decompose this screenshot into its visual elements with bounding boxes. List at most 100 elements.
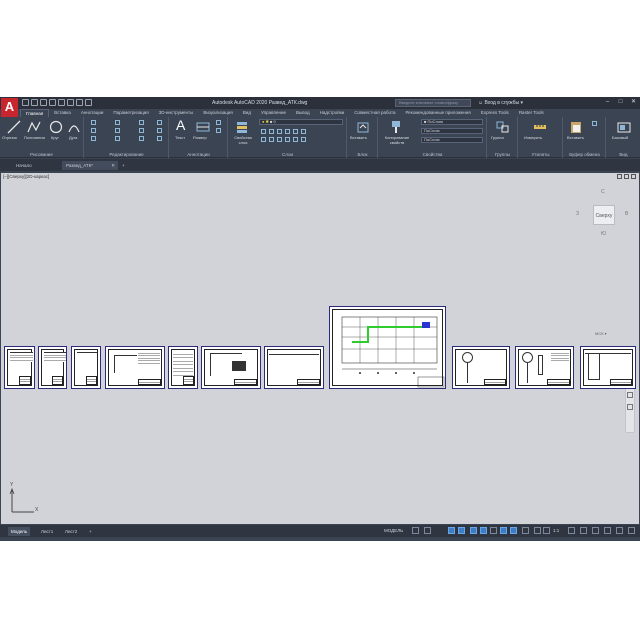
panel-annotation-title[interactable]: Аннотации [170,152,227,157]
tab-start[interactable]: Начало [12,161,36,170]
dimension-button[interactable]: Размер [193,135,207,140]
tab-annotate[interactable]: Аннотации [76,109,109,117]
print-icon[interactable] [67,99,74,106]
line-button[interactable]: Отрезок [2,135,17,140]
drawing-sheet[interactable] [168,346,198,389]
tab-view[interactable]: Вид [238,109,256,117]
redo-icon[interactable] [85,99,92,106]
customization-menu-icon[interactable] [628,527,635,534]
osnap-icon[interactable] [470,527,477,534]
copy-icon[interactable] [91,128,96,133]
paste-button[interactable]: Вставить [567,135,584,140]
text-icon[interactable]: A [176,117,185,133]
drawing-sheet-main[interactable] [329,306,446,389]
panel-block-title[interactable]: Блок [348,152,377,157]
tab-home[interactable]: Главная [20,109,50,117]
viewport-close-icon[interactable] [631,174,636,179]
drawing-sheet[interactable] [264,346,324,389]
annotation-visibility-icon[interactable] [543,527,550,534]
tab-addins[interactable]: Надстройки [315,109,350,117]
drawing-sheet[interactable] [4,346,35,389]
tab-collaborate[interactable]: Совместная работа [349,109,400,117]
trim-icon[interactable] [139,120,144,125]
insert-block-icon[interactable] [356,120,370,134]
erase-icon[interactable] [157,120,162,125]
measure-icon[interactable] [533,120,547,134]
orbit-icon[interactable] [627,392,633,398]
layer-tool-icon[interactable] [285,129,290,134]
panel-properties-title[interactable]: Свойства [379,152,486,157]
tab-sheet2[interactable]: Лист2 [62,527,80,536]
layer-tool-icon[interactable] [301,137,306,142]
tab-express-tools[interactable]: Express Tools [476,109,514,117]
layer-tool-icon[interactable] [277,137,282,142]
stretch-icon[interactable] [91,136,96,141]
ucs-icon[interactable] [8,486,38,516]
linetype-dropdown[interactable]: ПоСлою [421,137,483,143]
maximize-button[interactable]: □ [617,99,624,106]
polar-icon[interactable] [458,527,465,534]
polyline-icon[interactable] [27,120,41,134]
match-properties-button[interactable]: Копирование свойств [380,135,414,145]
tab-sheet1[interactable]: Лист1 [38,527,56,536]
measure-button[interactable]: Измерить [524,135,542,140]
gear-icon[interactable] [568,527,575,534]
panel-layers-title[interactable]: Слои [229,152,346,157]
units-icon[interactable] [534,527,541,534]
minimize-button[interactable]: – [604,99,611,106]
explode-icon[interactable] [157,128,162,133]
save-icon[interactable] [40,99,47,106]
copy-clip-icon[interactable] [592,121,597,126]
array-icon[interactable] [139,136,144,141]
annotation-monitor-icon[interactable] [522,527,529,534]
tab-featured-apps[interactable]: Рекомендованные приложения [401,109,476,117]
color-dropdown[interactable]: ■ ПоСлою [421,119,483,125]
ortho-icon[interactable] [448,527,455,534]
selection-cycling-icon[interactable] [510,527,517,534]
leader-icon[interactable] [216,120,221,125]
layer-tool-icon[interactable] [261,129,266,134]
drawing-sheet[interactable] [201,346,261,389]
tab-model[interactable]: Модель [8,527,31,536]
scale-icon[interactable] [115,136,120,141]
drawing-sheet[interactable] [580,346,636,389]
add-layout-button[interactable]: + [86,527,95,536]
open-icon[interactable] [31,99,38,106]
layer-tool-icon[interactable] [261,137,266,142]
otrack-icon[interactable] [480,527,487,534]
search-input[interactable]: Введите ключевое слово/фразу [395,99,471,107]
paste-icon[interactable] [569,120,583,134]
panel-utilities-title[interactable]: Утилиты [519,152,562,157]
wcs-menu[interactable]: МСК ▾ [595,331,607,336]
tab-manage[interactable]: Управление [256,109,291,117]
layer-tool-icon[interactable] [285,137,290,142]
dimension-icon[interactable] [196,120,210,134]
isolate-icon[interactable] [592,527,599,534]
group-icon[interactable] [496,120,510,134]
layer-tool-icon[interactable] [269,129,274,134]
arc-icon[interactable] [67,120,81,134]
annotation-scale-button[interactable]: 1:1 [553,528,559,533]
text-button[interactable]: Текст [175,135,185,140]
hardware-acceleration-icon[interactable] [604,527,611,534]
viewport-minimize-icon[interactable] [617,174,622,179]
tab-raster-tools[interactable]: Raster Tools [514,109,549,117]
base-view-icon[interactable] [617,120,631,134]
panel-draw-title[interactable]: Рисование [0,152,83,157]
sign-in-button[interactable]: ☺ Вход в службы ▾ [478,100,523,106]
viewcube-south[interactable]: Ю [601,231,606,237]
undo-icon[interactable] [76,99,83,106]
tab-3d-tools[interactable]: 3D-инструменты [154,109,199,117]
circle-icon[interactable] [49,120,63,134]
drawing-sheet[interactable] [515,346,574,389]
lineweight-icon[interactable] [490,527,497,534]
drawing-area[interactable]: [–][Сверху][2D-каркас] С З В Ю Сверху МС… [1,173,639,524]
tab-visualize[interactable]: Визуализация [198,109,237,117]
panel-groups-title[interactable]: Группы [488,152,517,157]
viewcube-north[interactable]: С [601,189,605,195]
viewcube[interactable]: С З В Ю Сверху [576,189,635,243]
mirror-icon[interactable] [115,128,120,133]
panel-view-title[interactable]: Вид [607,152,640,157]
drawing-sheet[interactable] [38,346,67,389]
showmotion-icon[interactable] [627,404,633,410]
